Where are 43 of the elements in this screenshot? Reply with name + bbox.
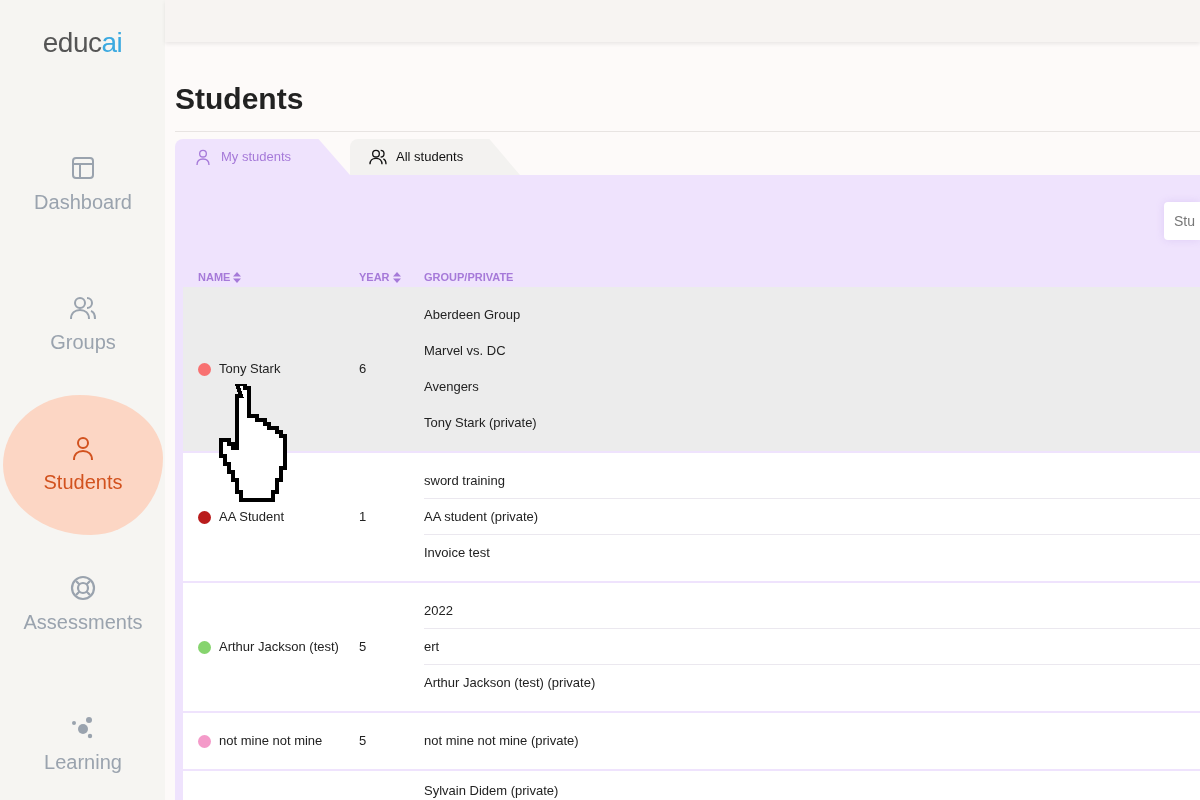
- nav-item[interactable]: Groups: [3, 255, 163, 395]
- table-row[interactable]: Arthur Jackson (test) 5 2022 ert Arthur Jackson (test) (private): [183, 583, 1200, 713]
- table-row[interactable]: Tony Stark 6 Aberdeen Group Marvel vs. DC Avengers Tony Stark (private): [183, 287, 1200, 453]
- year-value: 1: [359, 508, 367, 527]
- column-header: GROUP/PRIVATE: [424, 269, 514, 285]
- sort-icon: [392, 271, 401, 283]
- group-name: Tony Stark (private): [424, 414, 537, 433]
- group-name: ert: [424, 637, 440, 656]
- page-title: Students: [175, 76, 1200, 132]
- group-name: Marvel vs. DC: [424, 342, 506, 361]
- student-name: not mine not mine: [219, 732, 323, 751]
- tab[interactable]: My students: [175, 139, 350, 175]
- student-name: AA Student: [219, 508, 285, 527]
- year-value: 5: [359, 732, 367, 751]
- group-name: Invoice test: [424, 544, 490, 563]
- nav-item[interactable]: Students: [3, 395, 163, 535]
- group-name: Aberdeen Group: [424, 306, 521, 325]
- person-icon: [193, 147, 213, 167]
- column-header[interactable]: NAME: [198, 268, 242, 286]
- year-value: 5: [359, 638, 367, 657]
- tab[interactable]: All students: [350, 139, 520, 175]
- logo: educai: [41, 26, 124, 60]
- lifebuoy-icon: [68, 573, 98, 603]
- group-name: 2022: [424, 601, 453, 620]
- group-name: Arthur Jackson (test) (private): [424, 674, 596, 693]
- group-name: Avengers: [424, 378, 479, 397]
- nav-item[interactable]: Assessments: [3, 535, 163, 675]
- year-value: 6: [359, 360, 367, 379]
- group-name: AA student (private): [424, 507, 539, 526]
- table-row[interactable]: Sylvain Didem (private): [183, 771, 1200, 800]
- student-name: Arthur Jackson (test): [219, 638, 339, 657]
- table-row[interactable]: AA Student 1 sword training AA student (private) Invoice test: [183, 453, 1200, 583]
- sort-icon: [233, 271, 242, 283]
- student-name: Tony Stark: [219, 360, 281, 379]
- table-row[interactable]: not mine not mine 5 not mine not mine (private): [183, 713, 1200, 771]
- search-field[interactable]: Stu: [1164, 202, 1200, 240]
- people-icon: [368, 147, 388, 167]
- group-name: not mine not mine (private): [424, 732, 579, 751]
- column-header[interactable]: YEAR: [359, 268, 401, 286]
- nav-item[interactable]: Dashboard: [3, 115, 163, 255]
- nav-item[interactable]: Learning: [3, 675, 163, 800]
- group-name: Sylvain Didem (private): [424, 782, 559, 800]
- group-name: sword training: [424, 471, 505, 490]
